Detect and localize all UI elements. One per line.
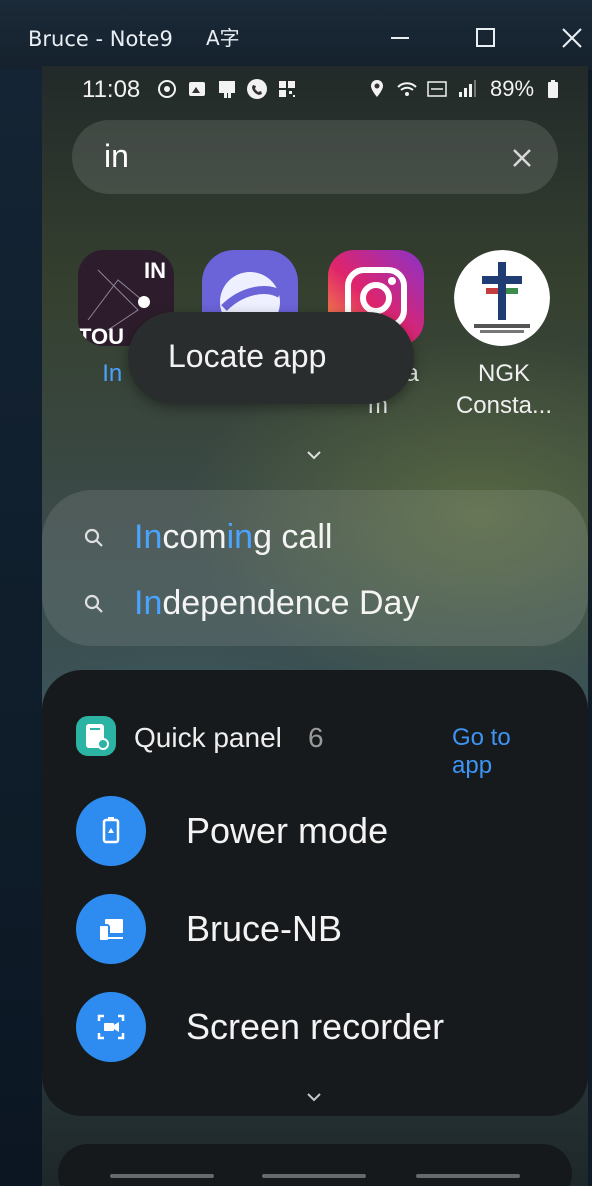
signal-icon [459,80,476,97]
quick-panel-card: Quick panel 6 Go to app Power mode Bruce… [42,670,588,1116]
chevron-down-icon[interactable] [300,446,328,466]
sim-icon [219,81,235,98]
quick-panel-item-screen-recorder[interactable]: Screen recorder [76,992,546,1062]
screen-recorder-icon [76,992,146,1062]
status-bar: 11:08 89% [42,66,588,112]
window-titlebar: Bruce - Note9 A字 [0,0,592,70]
quick-panel-count: 6 [308,722,324,753]
battery-percent: 89% [490,76,535,101]
quick-panel-item-power-mode[interactable]: Power mode [76,796,546,866]
ime-indicator[interactable]: A字 [206,22,240,51]
search-suggestions: Incoming call Independence Day [42,490,588,646]
suggestion-item[interactable]: Incoming call [82,516,482,560]
qr-icon [279,81,295,97]
battery-icon [548,80,559,98]
power-mode-icon [76,796,146,866]
svg-text:TOU: TOU [78,324,124,346]
nav-bar-hint [416,1174,520,1178]
quick-panel-item-label: Power mode [186,810,389,851]
phone-icon [247,79,267,99]
status-time: 11:08 [82,76,141,103]
status-left-icons [156,76,298,102]
gallery-icon [189,82,205,96]
suggestion-text: Incoming call [134,518,333,556]
quick-panel-title: Quick panel [134,722,282,753]
suggestion-text: Independence Day [134,584,420,622]
go-to-app-link[interactable]: Go to app [452,724,556,780]
quick-panel-item-label: Bruce-NB [186,908,343,949]
suggestion-item[interactable]: Independence Day [82,582,522,626]
window-title: Bruce - Note9 [28,27,173,51]
close-icon[interactable] [552,20,592,56]
status-right-icons: 89% [366,76,564,102]
locate-app-button[interactable]: Locate app [128,312,414,404]
search-icon [84,594,103,613]
chevron-down-icon[interactable] [300,1088,328,1108]
search-icon [84,528,103,547]
clear-icon[interactable] [508,144,536,172]
app-label: NGK Consta... [455,360,553,419]
quick-panel-item-label: Screen recorder [186,1006,445,1047]
locate-app-label: Locate app [168,338,327,374]
search-input[interactable]: in [104,138,129,175]
quick-panel-item-bruce-nb[interactable]: Bruce-NB [76,894,546,964]
volte-icon [427,81,447,97]
quick-panel-header: Quick panel 6 Go to app [76,716,556,779]
search-bar[interactable]: in [72,120,558,194]
maximize-icon[interactable] [466,20,506,56]
svg-text:IN: IN [144,258,166,283]
phone-screen: 11:08 89% in IN TOU In m NGK Consta... L… [42,66,588,1186]
location-icon [371,80,383,97]
next-result-card [58,1144,572,1186]
window-left-edge [0,70,42,1186]
ngk-constantia-app-icon [454,250,550,346]
whatsapp-icon [158,80,176,98]
wifi-icon [397,82,417,96]
quick-panel-app-icon [76,716,116,756]
device-icon [76,894,146,964]
nav-bar-hint [110,1174,214,1178]
minimize-icon[interactable] [380,20,420,56]
nav-bar-hint [262,1174,366,1178]
window-right-edge [588,70,592,1186]
app-ngk-constantia[interactable]: NGK Consta... [454,250,554,420]
